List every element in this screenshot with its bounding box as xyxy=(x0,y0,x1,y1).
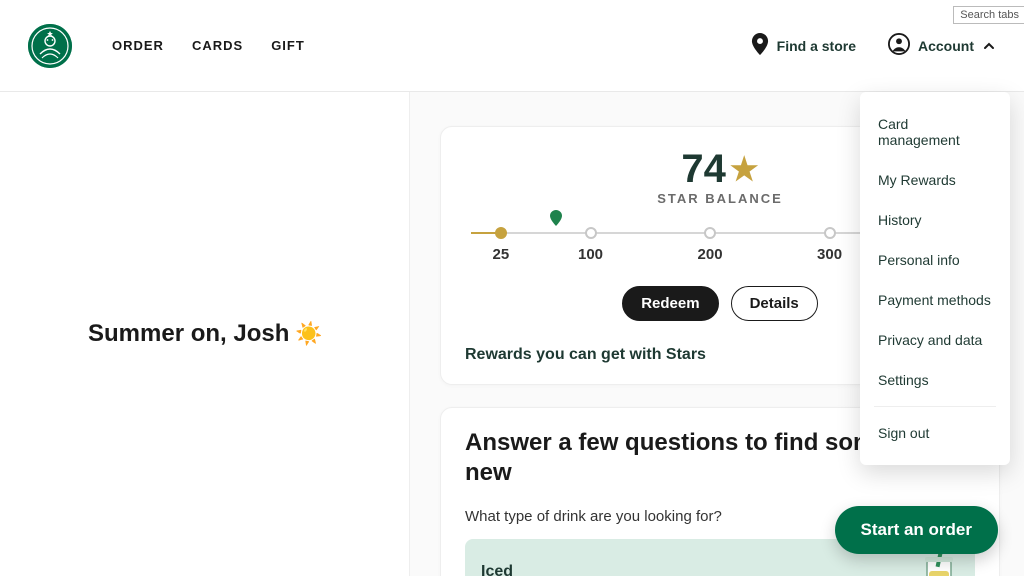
find-store-label: Find a store xyxy=(777,38,856,54)
site-header: ORDER CARDS GIFT Find a store Account Se… xyxy=(0,0,1024,92)
map-pin-icon xyxy=(751,33,769,58)
chevron-up-icon xyxy=(982,39,996,53)
greeting-text: Summer on, Josh xyxy=(88,320,289,348)
dropdown-my-rewards[interactable]: My Rewards xyxy=(860,160,1010,200)
progress-tick xyxy=(704,227,716,239)
dropdown-history[interactable]: History xyxy=(860,200,1010,240)
rewards-available-label: Rewards you can get with Stars xyxy=(465,346,706,364)
tick-label: 300 xyxy=(817,246,842,263)
quiz-option-text: Iced Cool off and uplift xyxy=(481,563,597,576)
account-menu-toggle[interactable]: Account xyxy=(888,33,996,58)
header-right: Find a store Account xyxy=(751,33,996,58)
dropdown-payment-methods[interactable]: Payment methods xyxy=(860,280,1010,320)
sun-icon: ☀️ xyxy=(295,321,322,347)
star-count: 74 xyxy=(681,149,726,189)
dropdown-card-management[interactable]: Card management xyxy=(860,104,1010,160)
progress-tick xyxy=(495,227,507,239)
redeem-button[interactable]: Redeem xyxy=(622,286,718,321)
tick-label: 100 xyxy=(578,246,603,263)
progress-tick xyxy=(585,227,597,239)
progress-tick xyxy=(824,227,836,239)
tick-label: 25 xyxy=(493,246,510,263)
star-icon: ★ xyxy=(730,153,759,185)
dropdown-personal-info[interactable]: Personal info xyxy=(860,240,1010,280)
primary-nav: ORDER CARDS GIFT xyxy=(112,38,305,53)
avatar-icon xyxy=(888,33,910,58)
dropdown-divider xyxy=(874,406,996,407)
dropdown-settings[interactable]: Settings xyxy=(860,360,1010,400)
start-order-button[interactable]: Start an order xyxy=(835,506,998,554)
dropdown-sign-out[interactable]: Sign out xyxy=(860,413,1010,453)
account-label: Account xyxy=(918,38,974,54)
nav-order[interactable]: ORDER xyxy=(112,38,164,53)
search-tabs-tooltip: Search tabs xyxy=(953,6,1024,24)
quiz-option-name: Iced xyxy=(481,563,597,576)
nav-gift[interactable]: GIFT xyxy=(271,38,305,53)
left-column: Summer on, Josh ☀️ xyxy=(0,92,410,576)
progress-marker-icon xyxy=(550,210,562,226)
iced-drink-icon xyxy=(919,553,959,576)
tick-label: 200 xyxy=(698,246,723,263)
nav-cards[interactable]: CARDS xyxy=(192,38,243,53)
find-store-link[interactable]: Find a store xyxy=(751,33,856,58)
dropdown-privacy-data[interactable]: Privacy and data xyxy=(860,320,1010,360)
account-dropdown: Card management My Rewards History Perso… xyxy=(860,92,1010,465)
greeting: Summer on, Josh ☀️ xyxy=(88,320,323,348)
starbucks-siren-icon xyxy=(28,24,72,68)
brand-logo[interactable] xyxy=(28,24,72,68)
details-button[interactable]: Details xyxy=(731,286,818,321)
